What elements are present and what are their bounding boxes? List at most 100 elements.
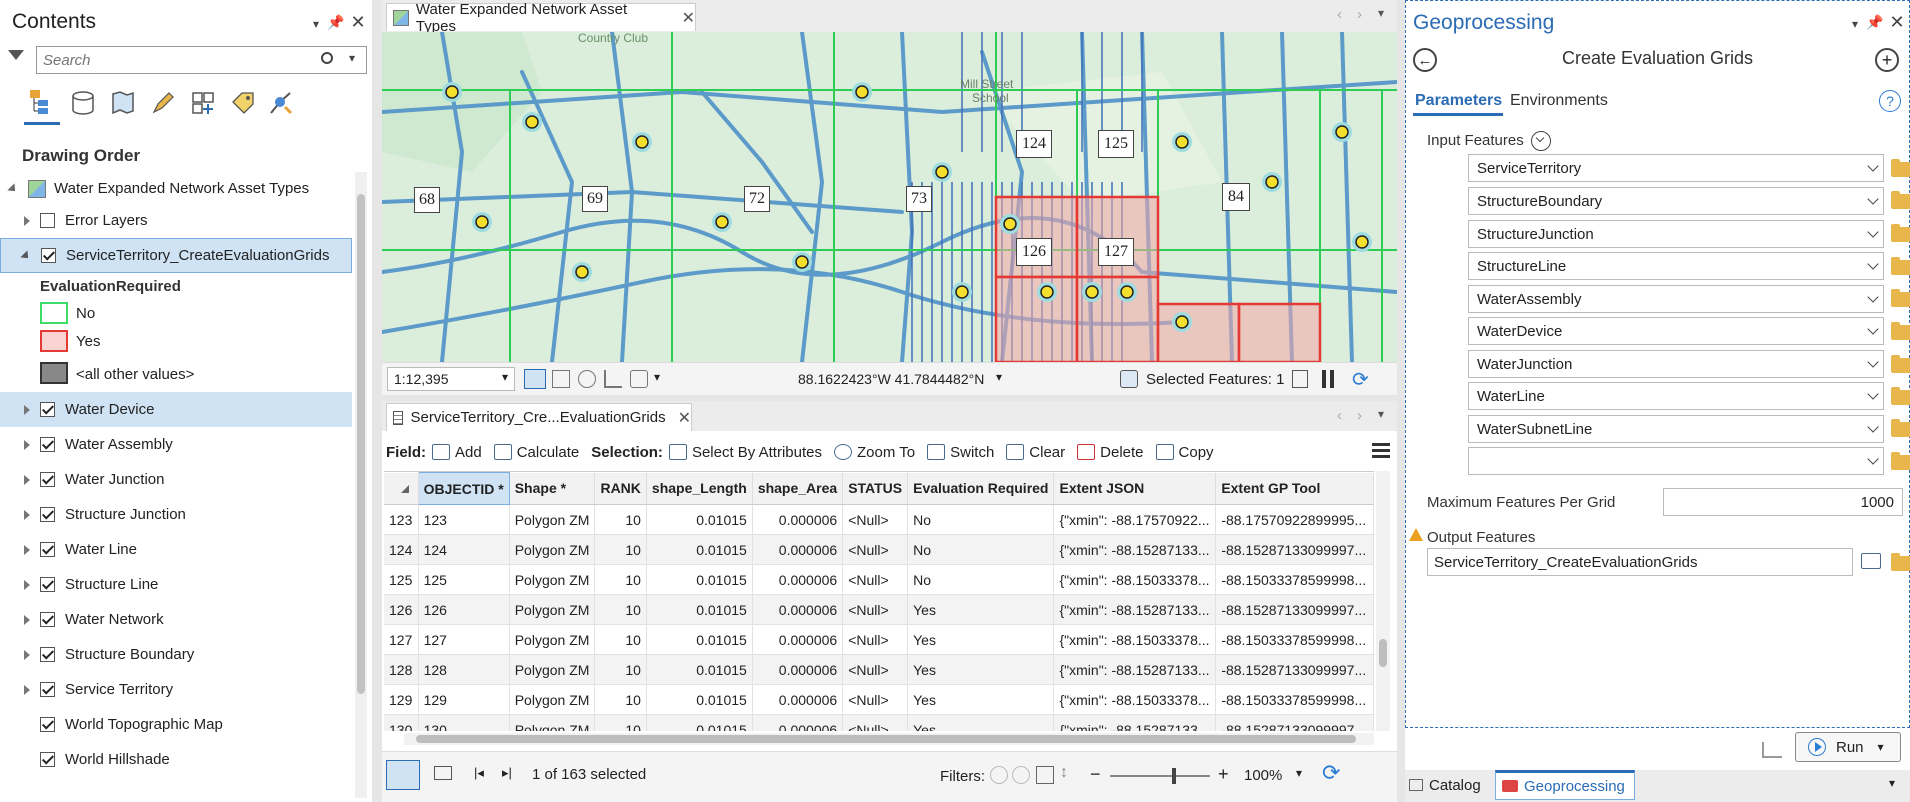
- cell-objectid[interactable]: 128: [418, 654, 510, 685]
- browse-folder-icon[interactable]: [1891, 224, 1910, 242]
- cell-eval[interactable]: Yes: [907, 714, 1055, 731]
- input-feature-field-empty[interactable]: [1468, 447, 1884, 475]
- refresh-icon[interactable]: ⟳: [1352, 367, 1369, 392]
- chevron-down-icon[interactable]: [1867, 388, 1879, 400]
- input-feature-field[interactable]: StructureLine: [1468, 252, 1884, 280]
- table-vscrollbar[interactable]: [1376, 471, 1390, 731]
- cell-objectid[interactable]: 127: [418, 624, 510, 655]
- row-number[interactable]: 126: [384, 594, 419, 625]
- layer-checkbox[interactable]: [40, 437, 55, 452]
- open-history-icon[interactable]: [1762, 742, 1782, 758]
- cell-status[interactable]: <Null>: [842, 654, 909, 685]
- row-number[interactable]: 125: [384, 564, 419, 595]
- filter-definition-icon[interactable]: [1036, 766, 1054, 784]
- help-icon[interactable]: ?: [1879, 90, 1901, 112]
- browse-folder-icon[interactable]: [1891, 355, 1910, 373]
- cell-area[interactable]: 0.000006: [752, 564, 844, 595]
- layer-row-water-device[interactable]: Water Device: [0, 392, 352, 427]
- collapse-input-icon[interactable]: [1531, 131, 1551, 151]
- cell-status[interactable]: <Null>: [842, 624, 909, 655]
- selected-features-icon[interactable]: [1120, 370, 1138, 388]
- constraints-icon[interactable]: [604, 370, 622, 388]
- cell-gp[interactable]: -88.15033378599998...: [1215, 624, 1374, 655]
- contents-scrollbar[interactable]: [355, 172, 367, 798]
- cell-length[interactable]: 0.01015: [646, 504, 753, 535]
- cell-area[interactable]: 0.000006: [752, 534, 844, 565]
- table-row[interactable]: 126 126 Polygon ZM 10 0.01015 0.000006 <…: [384, 594, 1374, 625]
- cell-json[interactable]: {"xmin": -88.15287133...: [1053, 714, 1217, 731]
- selected-features-count[interactable]: Selected Features: 1: [1146, 371, 1284, 388]
- map-root-row[interactable]: Water Expanded Network Asset Types: [0, 171, 352, 206]
- chevron-down-icon[interactable]: ▾: [1296, 766, 1302, 780]
- cell-gp[interactable]: -88.15287133099997...: [1215, 594, 1374, 625]
- row-number[interactable]: 123: [384, 504, 419, 535]
- table-row[interactable]: 128 128 Polygon ZM 10 0.01015 0.000006 <…: [384, 654, 1374, 685]
- layer-checkbox[interactable]: [40, 507, 55, 522]
- chevron-down-icon[interactable]: ▾: [996, 370, 1002, 384]
- cell-rank[interactable]: 10: [594, 684, 647, 715]
- expand-icon[interactable]: [24, 579, 30, 590]
- column-header-rank[interactable]: RANK: [594, 472, 647, 505]
- table-row[interactable]: 123 123 Polygon ZM 10 0.01015 0.000006 <…: [384, 504, 1374, 535]
- run-button[interactable]: Run ▾: [1795, 732, 1901, 762]
- cell-eval[interactable]: No: [907, 534, 1055, 565]
- cell-objectid[interactable]: 124: [418, 534, 510, 565]
- tab-geoprocessing[interactable]: Geoprocessing: [1495, 770, 1635, 800]
- column-header-extent-gp-tool[interactable]: Extent GP Tool: [1215, 472, 1374, 505]
- refresh-icon[interactable]: ⟳: [1322, 760, 1340, 786]
- table-row[interactable]: 124 124 Polygon ZM 10 0.01015 0.000006 <…: [384, 534, 1374, 565]
- chevron-left-icon[interactable]: ‹: [1337, 6, 1342, 23]
- copy-button[interactable]: Copy: [1155, 444, 1214, 461]
- cell-json[interactable]: {"xmin": -88.15287133...: [1053, 534, 1217, 565]
- expand-icon[interactable]: [24, 684, 30, 695]
- chevron-down-icon[interactable]: ▾: [1378, 407, 1384, 421]
- layer-row-water-line[interactable]: Water Line: [0, 532, 352, 567]
- cell-gp[interactable]: -88.15287133099997...: [1215, 714, 1374, 731]
- cell-json[interactable]: {"xmin": -88.15287133...: [1053, 594, 1217, 625]
- search-icon[interactable]: [321, 52, 333, 64]
- column-header-extent-json[interactable]: Extent JSON: [1053, 472, 1217, 505]
- collapse-icon[interactable]: [7, 182, 19, 195]
- layer-checkbox[interactable]: [40, 542, 55, 557]
- chevron-down-icon[interactable]: ▾: [1878, 740, 1884, 754]
- cell-eval[interactable]: No: [907, 564, 1055, 595]
- grid-toggle-icon[interactable]: [524, 369, 546, 389]
- cell-gp[interactable]: -88.15287133099997...: [1215, 534, 1374, 565]
- expand-icon[interactable]: [24, 509, 30, 520]
- layer-row-structure-junction[interactable]: Structure Junction: [0, 497, 352, 532]
- cell-status[interactable]: <Null>: [842, 504, 909, 535]
- layer-row-water-network[interactable]: Water Network: [0, 602, 352, 637]
- chevron-down-icon[interactable]: [1867, 323, 1879, 335]
- cell-length[interactable]: 0.01015: [646, 564, 753, 595]
- chevron-down-icon[interactable]: [1867, 160, 1879, 172]
- cell-shape[interactable]: Polygon ZM: [509, 534, 596, 565]
- cell-shape[interactable]: Polygon ZM: [509, 564, 596, 595]
- close-icon[interactable]: ✕: [682, 8, 695, 28]
- chevron-down-icon[interactable]: [1867, 226, 1879, 238]
- cell-objectid[interactable]: 129: [418, 684, 510, 715]
- zoom-level[interactable]: 100%: [1244, 767, 1282, 784]
- tab-environments[interactable]: Environments: [1510, 92, 1608, 110]
- layer-checkbox[interactable]: [40, 752, 55, 767]
- row-number[interactable]: 128: [384, 654, 419, 685]
- layer-checkbox[interactable]: [40, 472, 55, 487]
- cell-objectid[interactable]: 130: [418, 714, 510, 731]
- max-features-input[interactable]: 1000: [1663, 488, 1903, 516]
- cell-json[interactable]: {"xmin": -88.17570922...: [1053, 504, 1217, 535]
- show-selected-records-icon[interactable]: [434, 766, 452, 780]
- select-by-attributes-button[interactable]: Select By Attributes: [668, 444, 822, 461]
- chevron-down-icon[interactable]: [1867, 453, 1879, 465]
- table-tab[interactable]: ServiceTerritory_Cre...EvaluationGrids ✕: [386, 403, 692, 431]
- row-header-corner[interactable]: [384, 472, 419, 505]
- chevron-down-icon[interactable]: ▾: [502, 370, 508, 384]
- chevron-down-icon[interactable]: [1867, 258, 1879, 270]
- cell-eval[interactable]: Yes: [907, 624, 1055, 655]
- zoom-out-icon[interactable]: −: [1090, 764, 1101, 785]
- filter-extent-icon[interactable]: [990, 766, 1008, 784]
- cell-objectid[interactable]: 125: [418, 564, 510, 595]
- table-row[interactable]: 130 130 Polygon ZM 10 0.01015 0.000006 <…: [384, 714, 1374, 731]
- first-record-icon[interactable]: |◂: [474, 765, 484, 781]
- cell-area[interactable]: 0.000006: [752, 504, 844, 535]
- browse-folder-icon[interactable]: [1891, 452, 1910, 470]
- table-hscrollbar[interactable]: [404, 733, 1374, 745]
